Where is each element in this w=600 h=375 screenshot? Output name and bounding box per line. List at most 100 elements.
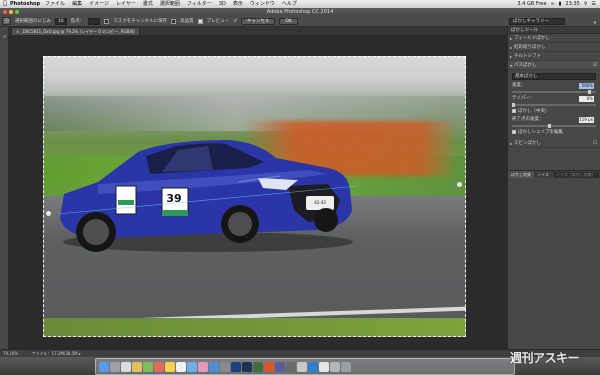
menu-3d[interactable]: 3D — [219, 0, 226, 8]
taper-slider[interactable] — [512, 103, 596, 107]
system-preferences-icon[interactable] — [220, 361, 230, 372]
panel-path-blur[interactable]: ▾ パスぼかし ☑ — [508, 61, 600, 70]
menu-edit[interactable]: 編集 — [72, 0, 82, 8]
expand-icon: ▸ — [510, 45, 513, 50]
panel-spin-blur[interactable]: ▸ スピンぼかし ☐ — [508, 139, 600, 148]
effects-field[interactable]: ノイズ（ぼかし効果） — [553, 171, 599, 178]
menu-file[interactable]: ファイル — [45, 0, 65, 8]
notifications-icon[interactable]: ☰ — [592, 0, 596, 8]
focus-field[interactable] — [88, 17, 101, 25]
illustrator-icon[interactable] — [264, 361, 274, 372]
bridge-icon[interactable] — [275, 361, 285, 372]
launchpad-icon[interactable] — [110, 361, 120, 372]
taper-slider-knob[interactable] — [512, 103, 515, 107]
itunes-icon[interactable] — [308, 361, 318, 372]
mail-icon[interactable] — [132, 361, 142, 372]
path-blur-settings: 基本ぼかし 速度： 500% テイパー： 0% ぼかし（中央） 終了点の速度： 119… — [508, 70, 600, 139]
maps-icon[interactable] — [187, 361, 197, 372]
wifi-icon[interactable]: ≈ — [550, 0, 554, 8]
speed-label: 速度： — [512, 83, 526, 88]
centered-label: ぼかし（中央） — [518, 109, 550, 114]
edit-shapes-checkbox[interactable] — [512, 129, 516, 134]
reminders-icon[interactable] — [176, 361, 186, 372]
end-speed-label: 終了点の速度： — [512, 117, 544, 122]
focus-label: 焦点： — [70, 18, 85, 24]
preview-icon[interactable] — [297, 361, 307, 372]
speed-row: 速度： 500% — [512, 82, 596, 90]
apple-icon[interactable]:  — [0, 0, 10, 8]
photoshop-icon[interactable] — [231, 361, 241, 372]
menu-filter[interactable]: フィルター — [187, 0, 212, 8]
document-title: _DSC5811_DxO.jpg @ 79.2% (レイヤー 0 のコピー, R… — [20, 29, 135, 34]
finder-icon[interactable] — [99, 361, 109, 372]
collapse-toolbox-icon[interactable]: « — [2, 35, 7, 40]
zoom-window-icon[interactable] — [15, 10, 19, 14]
cancel-button[interactable]: キャンセル — [240, 17, 276, 25]
zoom-level[interactable]: 79.16% — [3, 351, 18, 356]
menu-image[interactable]: イメージ — [89, 0, 109, 8]
lightroom-icon[interactable] — [242, 361, 252, 372]
speed-slider[interactable] — [512, 90, 596, 94]
blur-tool-icon[interactable]: ◎ — [2, 17, 11, 25]
menu-type[interactable]: 書式 — [143, 0, 153, 8]
menu-app-name[interactable]: Photoshop — [10, 0, 40, 8]
downloads-stack-icon[interactable] — [330, 361, 340, 372]
messages-icon[interactable] — [143, 361, 153, 372]
menu-layer[interactable]: レイヤー — [116, 0, 136, 8]
close-window-icon[interactable] — [3, 10, 7, 14]
memory-status[interactable]: 3.4 GB Free — [517, 0, 546, 8]
reset-icon[interactable]: ↺ — [233, 16, 237, 27]
menu-help[interactable]: ヘルプ — [282, 0, 297, 8]
end-speed-slider[interactable] — [512, 124, 596, 128]
enable-checkbox[interactable]: ☑ — [593, 61, 597, 70]
tilt-shift-label: チルトシフト — [514, 54, 541, 59]
collapse-icon: ▾ — [510, 63, 513, 68]
panel-iris-blur[interactable]: ▸ 虹彩絞りぼかし — [508, 43, 600, 52]
brush-size-field[interactable]: 16 — [55, 17, 67, 25]
enable-checkbox[interactable]: ☐ — [593, 139, 597, 148]
end-speed-value[interactable]: 119 px — [579, 117, 594, 123]
taper-value[interactable]: 0% — [579, 96, 594, 102]
tab-noise[interactable]: ノイズ — [534, 171, 552, 179]
clock[interactable]: 23:35 — [565, 0, 579, 8]
menu-select[interactable]: 選択範囲 — [160, 0, 180, 8]
tab-blur-effects[interactable]: ぼかし効果 — [508, 170, 534, 179]
minimize-window-icon[interactable] — [9, 10, 13, 14]
calendar-icon[interactable] — [154, 361, 164, 372]
preview-checkbox[interactable] — [197, 18, 203, 24]
panel-tilt-shift[interactable]: ▸ チルトシフト — [508, 52, 600, 61]
blur-mode-select[interactable]: 基本ぼかし — [512, 73, 596, 80]
textedit-icon[interactable] — [319, 361, 329, 372]
terminal-icon[interactable] — [286, 361, 296, 372]
safari-icon[interactable] — [121, 361, 131, 372]
app-store-icon[interactable] — [209, 361, 219, 372]
dock — [95, 358, 515, 375]
centered-checkbox[interactable] — [512, 108, 516, 113]
photos-icon[interactable] — [198, 361, 208, 372]
status-arrow-icon[interactable]: ▸ — [79, 351, 81, 356]
document-tab[interactable]: × _DSC5811_DxO.jpg @ 79.2% (レイヤー 0 のコピー,… — [11, 27, 140, 35]
menu-view[interactable]: 表示 — [233, 0, 243, 8]
document-size[interactable]: ファイル：17.2M/38.5M — [32, 351, 78, 356]
edit-shapes-label: ぼかしシェイプを編集 — [518, 130, 563, 135]
speed-value[interactable]: 500% — [579, 83, 594, 89]
preview-label: プレビュー — [206, 18, 230, 24]
ok-button[interactable]: OK — [279, 17, 298, 25]
trash-icon[interactable] — [341, 361, 351, 372]
window-titlebar: Adobe Photoshop CC 2014 — [0, 8, 600, 16]
battery-icon[interactable]: ▮ — [559, 0, 562, 8]
save-mask-checkbox[interactable] — [104, 18, 110, 24]
menu-window[interactable]: ウィンドウ — [250, 0, 275, 8]
speed-slider-knob[interactable] — [588, 90, 591, 94]
camera-raw-icon[interactable] — [253, 361, 263, 372]
notes-icon[interactable] — [165, 361, 175, 372]
workspace-dropdown[interactable]: ぼかしギャラリー — [509, 18, 565, 25]
end-speed-slider-knob[interactable] — [548, 124, 551, 128]
window-title: Adobe Photoshop CC 2014 — [266, 9, 334, 15]
toolbox: « — [0, 27, 9, 349]
search-icon[interactable]: ⚲ — [584, 0, 588, 8]
panel-field-blur[interactable]: ▸ フィールドぼかし — [508, 34, 600, 43]
field-blur-label: フィールドぼかし — [514, 36, 550, 41]
high-quality-checkbox[interactable] — [171, 18, 177, 24]
save-mask-label: マスクをチャンネルに保存 — [113, 18, 168, 24]
